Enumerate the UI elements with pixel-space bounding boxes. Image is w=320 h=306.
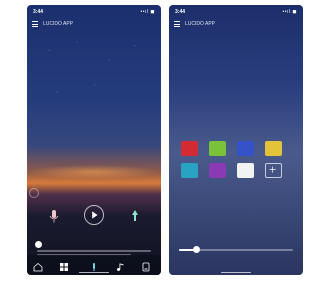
home-indicator	[221, 271, 251, 273]
app-title: LUCIDO APP	[43, 21, 74, 27]
swatch-blue[interactable]	[237, 141, 254, 156]
brightness-slider-thumb[interactable]	[192, 246, 200, 253]
swatch-purple[interactable]	[209, 163, 226, 178]
mic-icon	[49, 210, 59, 223]
nav-music[interactable]	[115, 259, 125, 271]
menu-icon[interactable]	[174, 21, 180, 27]
playback-controls	[27, 205, 161, 229]
brightness-slider[interactable]	[179, 246, 293, 253]
nav-device[interactable]	[141, 259, 151, 272]
nav-light[interactable]	[89, 259, 99, 271]
app-title: LUCIDO APP	[185, 21, 216, 27]
status-time: 3:44	[33, 9, 44, 15]
menu-icon[interactable]	[32, 21, 38, 27]
device-icon	[142, 262, 150, 272]
left-phone-screen: 3:44 ••ıl ◼ LUCIDO APP	[27, 5, 161, 275]
status-bar: 3:44 ••ıl ◼	[27, 7, 161, 17]
nav-grid[interactable]	[59, 259, 69, 271]
swatch-white[interactable]	[237, 163, 254, 178]
plus-icon	[269, 166, 276, 173]
add-color-button[interactable]	[265, 163, 282, 178]
grid-icon	[60, 263, 68, 271]
pin-icon	[132, 210, 138, 221]
caption-text-line	[37, 250, 151, 252]
swatch-cyan[interactable]	[181, 163, 198, 178]
nav-home[interactable]	[33, 259, 43, 272]
light-icon	[93, 263, 95, 271]
status-time: 3:44	[175, 9, 186, 15]
mic-button[interactable]	[45, 207, 63, 225]
home-indicator	[79, 271, 109, 273]
scene-indicator-icon[interactable]	[29, 188, 39, 198]
status-bar: 3:44 ••ıl ◼	[169, 7, 303, 17]
scene-knob[interactable]	[35, 241, 42, 248]
play-icon	[92, 211, 98, 219]
swatch-green[interactable]	[209, 141, 226, 156]
pin-button[interactable]	[126, 207, 144, 225]
play-button[interactable]	[84, 205, 104, 225]
app-header: LUCIDO APP	[169, 19, 303, 31]
stars-decoration	[48, 41, 136, 93]
swatch-red[interactable]	[181, 141, 198, 156]
signal-battery-icon: ••ıl ◼	[140, 9, 155, 15]
swatch-yellow[interactable]	[265, 141, 282, 156]
sunset-horizon	[27, 165, 161, 179]
bottom-nav	[27, 255, 161, 275]
signal-battery-icon: ••ıl ◼	[282, 9, 297, 15]
right-phone-screen: 3:44 ••ıl ◼ LUCIDO APP	[169, 5, 303, 275]
music-icon	[117, 263, 124, 271]
home-icon	[33, 262, 43, 272]
